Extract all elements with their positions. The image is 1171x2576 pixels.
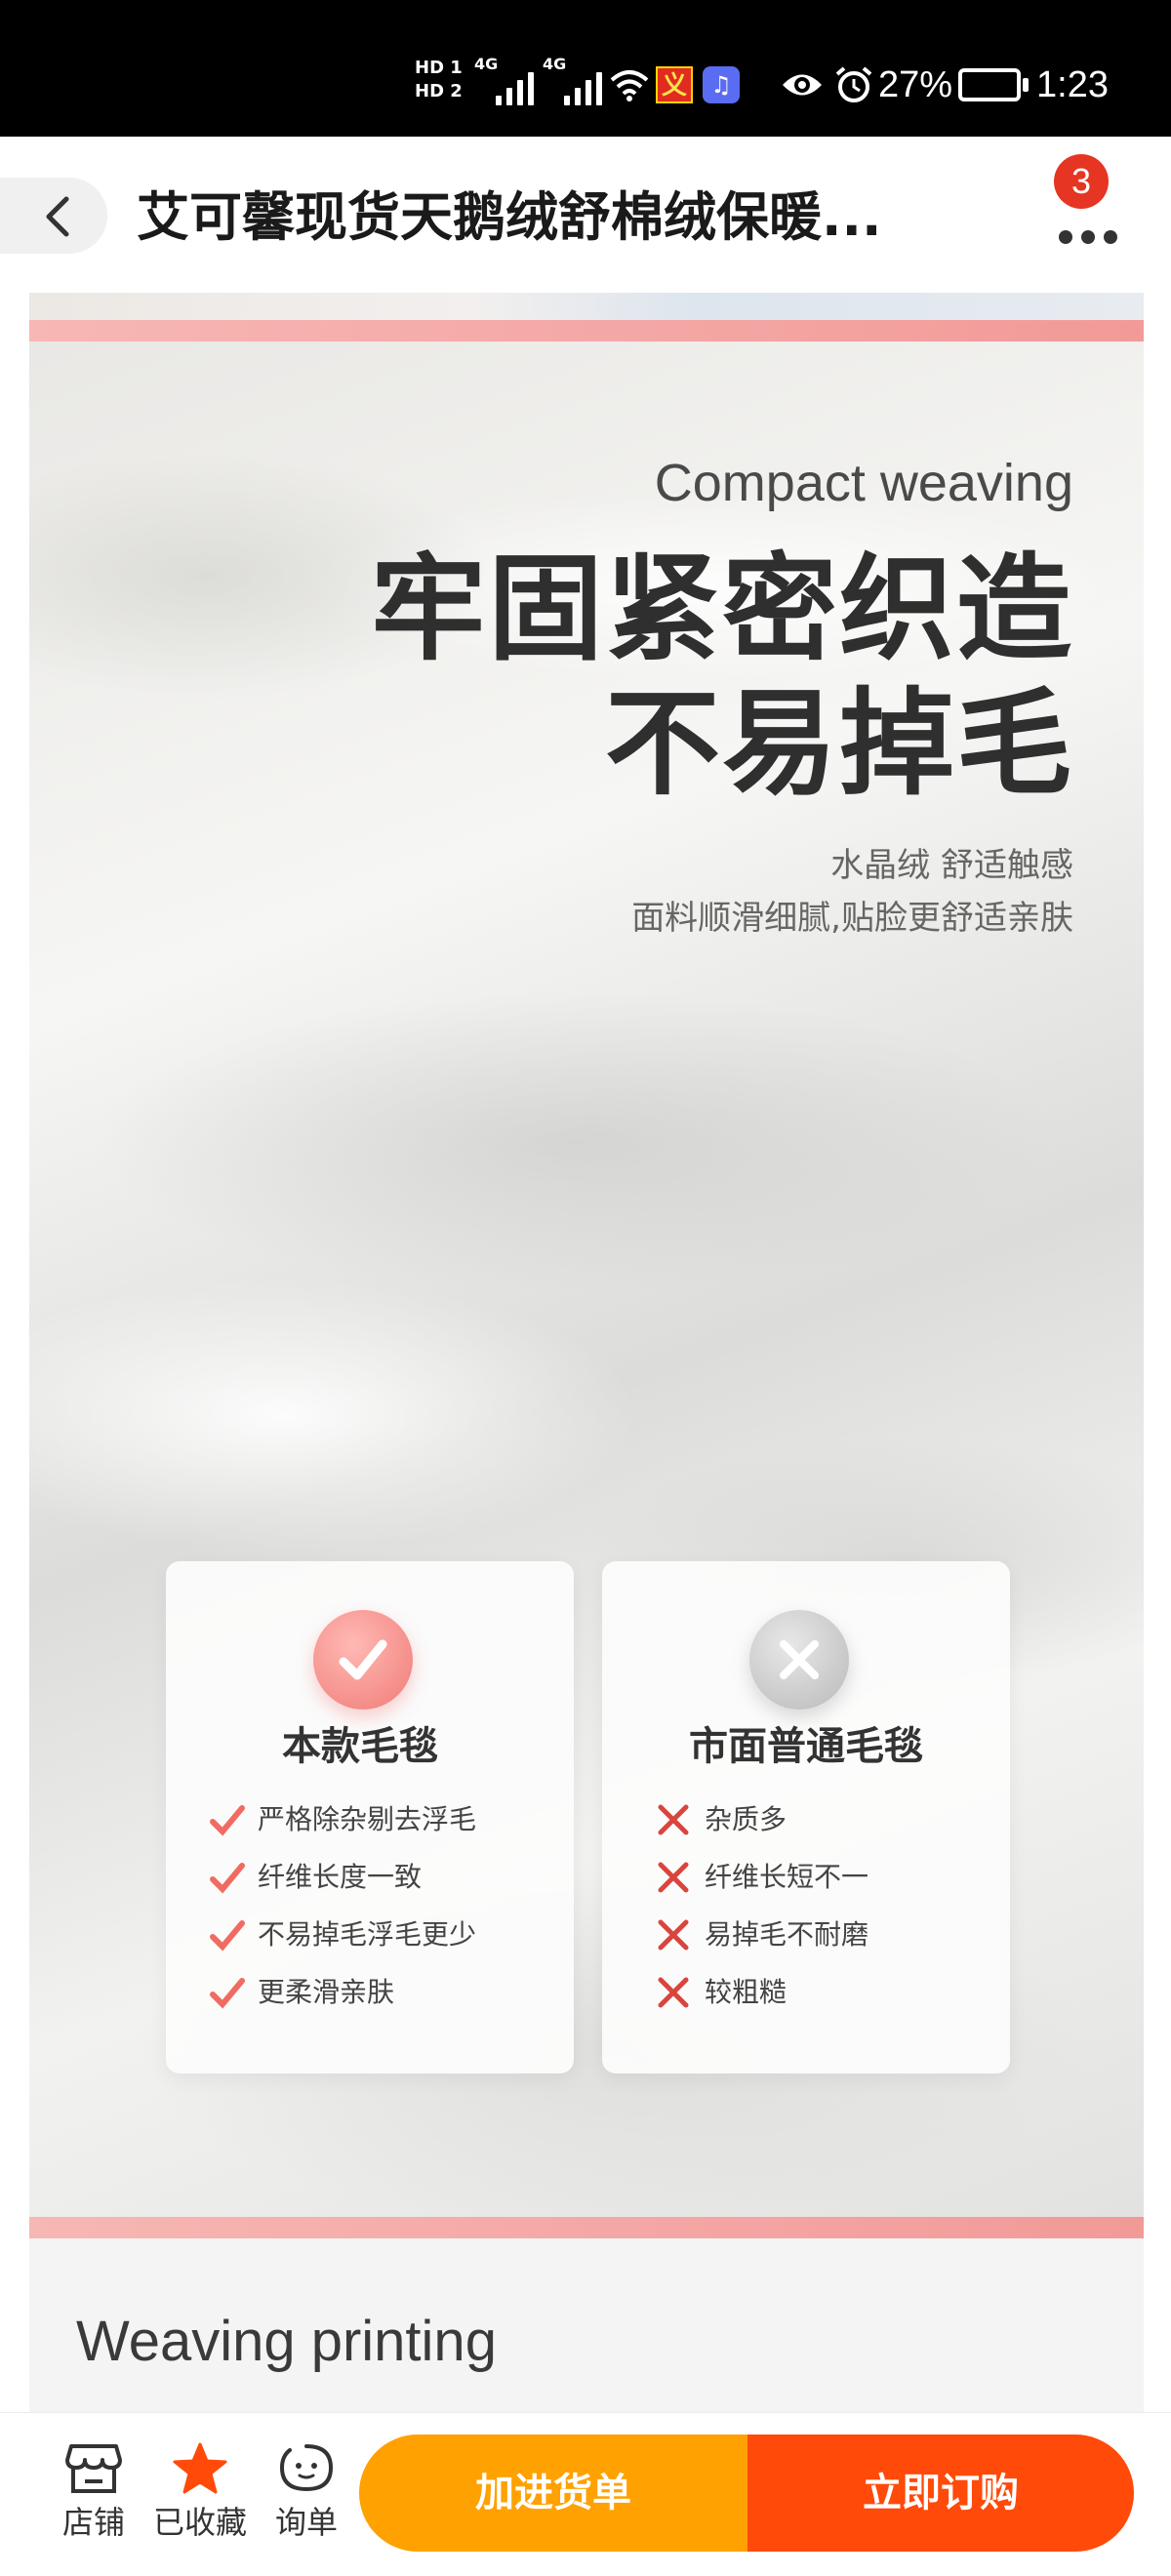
list-item: 较粗糙 — [656, 1973, 1007, 2031]
page-title: 艾可馨现货天鹅绒舒棉绒保暖... — [137, 186, 882, 248]
check-icon — [210, 1805, 245, 1836]
cross-circle-icon — [749, 1610, 849, 1710]
wifi-icon — [610, 70, 649, 101]
star-icon — [173, 2442, 227, 2494]
pink-divider — [29, 2217, 1144, 2238]
check-icon — [210, 1920, 245, 1952]
list-item: 纤维长短不一 — [656, 1858, 1007, 1915]
cross-icon — [658, 1919, 689, 1951]
english-heading: Compact weaving — [654, 454, 1073, 512]
signal-icon: 4G — [474, 55, 534, 105]
check-icon — [210, 1863, 245, 1894]
notification-badge: 3 — [1054, 154, 1109, 209]
buy-now-button[interactable]: 立即订购 — [747, 2435, 1134, 2552]
comparison-card-ours: 本款毛毯 严格除杂剔去浮毛 纤维长度一致 不易掉毛浮毛更少 更柔滑亲肤 — [166, 1561, 574, 2073]
cross-icon — [658, 1977, 689, 2008]
comparison-card-market: 市面普通毛毯 杂质多 纤维长短不一 易掉毛不耐磨 较粗糙 — [602, 1561, 1010, 2073]
cross-icon — [658, 1804, 689, 1835]
eye-icon — [783, 74, 822, 96]
list-item: 纤维长度一致 — [209, 1858, 560, 1915]
card-title: 市面普通毛毯 — [689, 1724, 923, 1769]
cross-icon — [658, 1862, 689, 1893]
nav-bar: 艾可馨现货天鹅绒舒棉绒保暖... 3 — [0, 137, 1171, 293]
inquiry-button[interactable]: 询单 — [258, 2442, 355, 2550]
feature-subtext: 水晶绒 舒适触感 面料顺滑细腻,贴脸更舒适亲肤 — [631, 846, 1073, 938]
list-item: 严格除杂剔去浮毛 — [209, 1800, 560, 1858]
alarm-icon — [835, 66, 872, 102]
image-top-strip — [29, 293, 1144, 320]
back-button[interactable] — [0, 178, 107, 254]
feature-list: 严格除杂剔去浮毛 纤维长度一致 不易掉毛浮毛更少 更柔滑亲肤 — [209, 1800, 560, 2031]
music-icon: ♫ — [703, 66, 740, 103]
chat-icon — [279, 2444, 334, 2492]
signal-icon: 4G — [543, 55, 602, 105]
check-icon — [210, 1978, 245, 2009]
bottom-action-bar: 店铺 已收藏 询单 加进货单 立即订购 — [0, 2412, 1171, 2576]
section-heading: Weaving printing — [76, 2310, 497, 2373]
pink-divider — [29, 320, 1144, 342]
list-item: 易掉毛不耐磨 — [656, 1915, 1007, 1973]
list-item: 不易掉毛浮毛更少 — [209, 1915, 560, 1973]
app-notification-icon: 义 — [656, 66, 693, 103]
list-item: 更柔滑亲肤 — [209, 1973, 560, 2031]
chinese-heading: 牢固紧密织造 不易掉毛 — [370, 542, 1073, 811]
card-title: 本款毛毯 — [282, 1724, 438, 1769]
status-bar: HD 1 HD 2 4G 4G 义 ♫ 27% 1:23 — [0, 0, 1171, 137]
hd-icon: HD 1 HD 2 — [415, 58, 463, 101]
check-circle-icon — [313, 1610, 413, 1710]
store-icon — [65, 2444, 122, 2493]
more-icon — [1059, 230, 1072, 244]
favorite-button[interactable]: 已收藏 — [151, 2442, 249, 2550]
product-detail-image: Compact weaving 牢固紧密织造 不易掉毛 水晶绒 舒适触感 面料顺… — [29, 293, 1144, 2415]
battery-icon — [958, 68, 1029, 101]
list-item: 杂质多 — [656, 1800, 1007, 1858]
feature-list: 杂质多 纤维长短不一 易掉毛不耐磨 较粗糙 — [656, 1800, 1007, 2031]
store-button[interactable]: 店铺 — [45, 2442, 142, 2550]
add-to-cart-button[interactable]: 加进货单 — [359, 2435, 747, 2552]
chevron-left-icon — [46, 196, 69, 237]
